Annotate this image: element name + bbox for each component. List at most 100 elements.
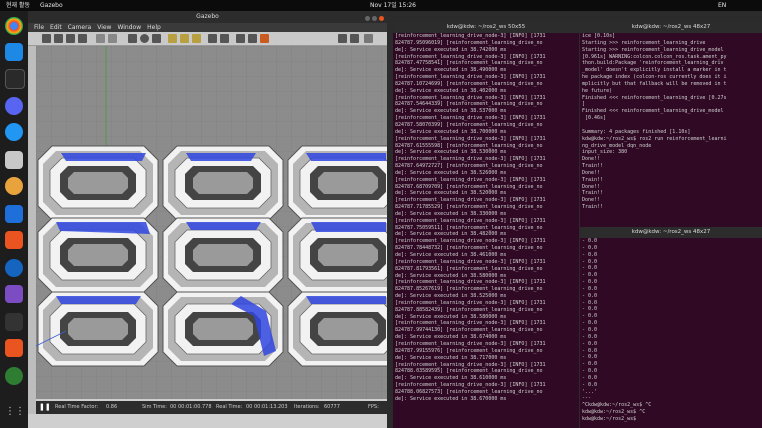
simulation-viewport[interactable] (36, 46, 387, 399)
sphere-shape-icon[interactable] (140, 34, 149, 43)
gazebo-window: Gazebo File Edit Camera View Window Help (28, 11, 387, 428)
terminal-line: --- (582, 395, 592, 402)
terminal-line: - 0.0 (582, 251, 598, 258)
terminal-line: de]: Service executed in 38.530000 ms (395, 149, 507, 156)
terminal-line: [reinforcement_learning_drive_node-3] [I… (395, 299, 546, 306)
terminal-line: input_size: 380 (582, 149, 628, 156)
iterations-label: Iterations: (294, 404, 320, 410)
dirlight-icon[interactable] (192, 34, 201, 43)
undo-icon[interactable] (96, 34, 105, 43)
chrome-icon[interactable] (5, 17, 23, 35)
menu-help[interactable]: Help (147, 24, 161, 31)
show-apps-icon[interactable]: ⋮⋮ (5, 403, 25, 421)
rtf-label: Real Time Factor: (55, 404, 99, 410)
rviz-icon[interactable] (5, 313, 23, 331)
gazebo-dock-icon[interactable] (5, 339, 23, 357)
left-panel-handle[interactable] (28, 46, 36, 414)
terminal-line: - 0.0 (582, 368, 598, 375)
copy-icon[interactable] (208, 34, 217, 43)
terminal-line: [reinforcement_learning_drive_node-3] [I… (395, 279, 546, 286)
terminal-line: 824787.88582439] [reinforcement_learning… (395, 306, 543, 313)
screenshot-icon[interactable] (338, 34, 347, 43)
terminal-line: - 0.0 (582, 258, 598, 265)
extension-icon[interactable] (5, 285, 23, 303)
terminal-line: [reinforcement_learning_drive_node-3] [I… (395, 53, 546, 60)
terminal-line: - 0.0 (582, 265, 598, 272)
language-indicator[interactable]: EN (718, 0, 726, 11)
software-icon[interactable] (5, 231, 23, 249)
terminal-line: [reinforcement_learning_drive_node-3] [I… (395, 217, 546, 224)
terminal-main[interactable]: kdw@kdw: ~/ros2_ws 50x55 [reinforcement_… (393, 22, 579, 428)
terminal-line: [reinforcement_learning_drive_node-3] [I… (395, 33, 546, 39)
files-icon[interactable] (5, 151, 23, 169)
menu-view[interactable]: View (97, 24, 111, 31)
rotate-tool-icon[interactable] (66, 34, 75, 43)
terminal-upper-right[interactable]: kdw@kdw: ~/ros2_ws 48x27 ice [0.10s] Star… (580, 22, 762, 230)
terminal-line: 824787.78448732] [reinforcement_learning… (395, 245, 543, 252)
box-shape-icon[interactable] (128, 34, 137, 43)
terminal-icon[interactable] (5, 69, 25, 89)
joint-icon[interactable] (260, 34, 269, 43)
terminal-line: de]: Service executed in 38.402000 ms (395, 87, 507, 94)
terminal-line: 824787.85267619] [reinforcement_learning… (395, 286, 543, 293)
vscode-icon[interactable] (5, 43, 23, 61)
rhythmbox-icon[interactable] (5, 177, 23, 195)
terminal-line: ] (582, 101, 586, 108)
terminal-line: - 0.0 (582, 333, 598, 340)
menu-camera[interactable]: Camera (68, 24, 92, 31)
terminal-line: Finished <<< reinforcement_learning_driv… (582, 94, 727, 101)
scale-tool-icon[interactable] (78, 34, 87, 43)
pause-icon[interactable]: ❚❚ (39, 401, 51, 414)
terminal-line: 824787.61555598] [reinforcement_learning… (395, 142, 543, 149)
close-icon[interactable] (379, 16, 384, 21)
activities-button[interactable]: 현재 활동 (6, 0, 30, 11)
thunderbird-icon[interactable] (5, 123, 23, 141)
terminal-line: 824787.10724699] [reinforcement_learning… (395, 80, 543, 87)
help-icon[interactable] (5, 259, 23, 277)
record-icon[interactable] (364, 34, 373, 43)
paste-icon[interactable] (220, 34, 229, 43)
terminal-line: de]: Service executed in 38.526000 ms (395, 169, 507, 176)
select-tool-icon[interactable] (42, 34, 51, 43)
terminal-line: de]: Service executed in 38.525000 ms (395, 293, 507, 300)
cylinder-shape-icon[interactable] (152, 34, 161, 43)
terminal-line: - 0.0 (582, 299, 598, 306)
redo-icon[interactable] (108, 34, 117, 43)
clock[interactable]: Nov 17일 15:26 (370, 0, 416, 11)
terminal-upper-right-titlebar: kdw@kdw: ~/ros2_ws 48x27 (580, 22, 762, 33)
log-icon[interactable] (350, 34, 359, 43)
app-icon[interactable] (5, 367, 23, 385)
menu-edit[interactable]: Edit (50, 24, 62, 31)
align-icon[interactable] (236, 34, 245, 43)
spotlight-icon[interactable] (180, 34, 189, 43)
real-time-label: Real Time: (216, 404, 243, 410)
terminal-line: de]: Service executed in 38.520000 ms (395, 190, 507, 197)
terminal-line: Train!! (582, 204, 604, 211)
gazebo-statusbar: ❚❚ Real Time Factor: 0.86 Sim Time: 00 0… (36, 401, 387, 414)
pointlight-icon[interactable] (168, 34, 177, 43)
terminal-line: [0.961s] WARNING:colcon.colcon_ros.task.… (582, 53, 727, 60)
terminal-main-output: [reinforcement_learning_drive_node-3] [I… (393, 33, 579, 403)
terminal-line: - 0.0 (582, 340, 598, 347)
terminal-line: [reinforcement_learning_drive_node-3] [I… (395, 382, 546, 389)
terminal-line: kdw@kdw:~/ros2_ws$ ^C (582, 409, 646, 416)
minimize-icon[interactable] (365, 16, 370, 21)
snap-icon[interactable] (248, 34, 257, 43)
maximize-icon[interactable] (372, 16, 377, 21)
terminal-line: [reinforcement_learning_drive_node-3] [I… (395, 74, 546, 81)
menu-file[interactable]: File (34, 24, 44, 31)
active-app-label[interactable]: Gazebo (40, 0, 63, 11)
rtf-value: 0.86 (106, 404, 118, 410)
writer-icon[interactable] (5, 205, 23, 223)
terminal-line: [reinforcement_learning_drive_node-3] [I… (395, 320, 546, 327)
terminal-line: 824787.99744130] [reinforcement_learning… (395, 327, 543, 334)
menu-window[interactable]: Window (117, 24, 141, 31)
terminal-line: 824787.47758541] [reinforcement_learning… (395, 60, 543, 67)
scene-render (36, 46, 387, 399)
terminal-lower-right[interactable]: kdw@kdw: ~/ros2_ws 48x27 - 0.0- 0.0- 0.0… (580, 227, 762, 428)
discord-icon[interactable] (5, 97, 23, 115)
terminal-line: Done!! (582, 156, 601, 163)
translate-tool-icon[interactable] (54, 34, 63, 43)
terminal-line: Done!! (582, 197, 601, 204)
terminal-line: Done!! (582, 183, 601, 190)
